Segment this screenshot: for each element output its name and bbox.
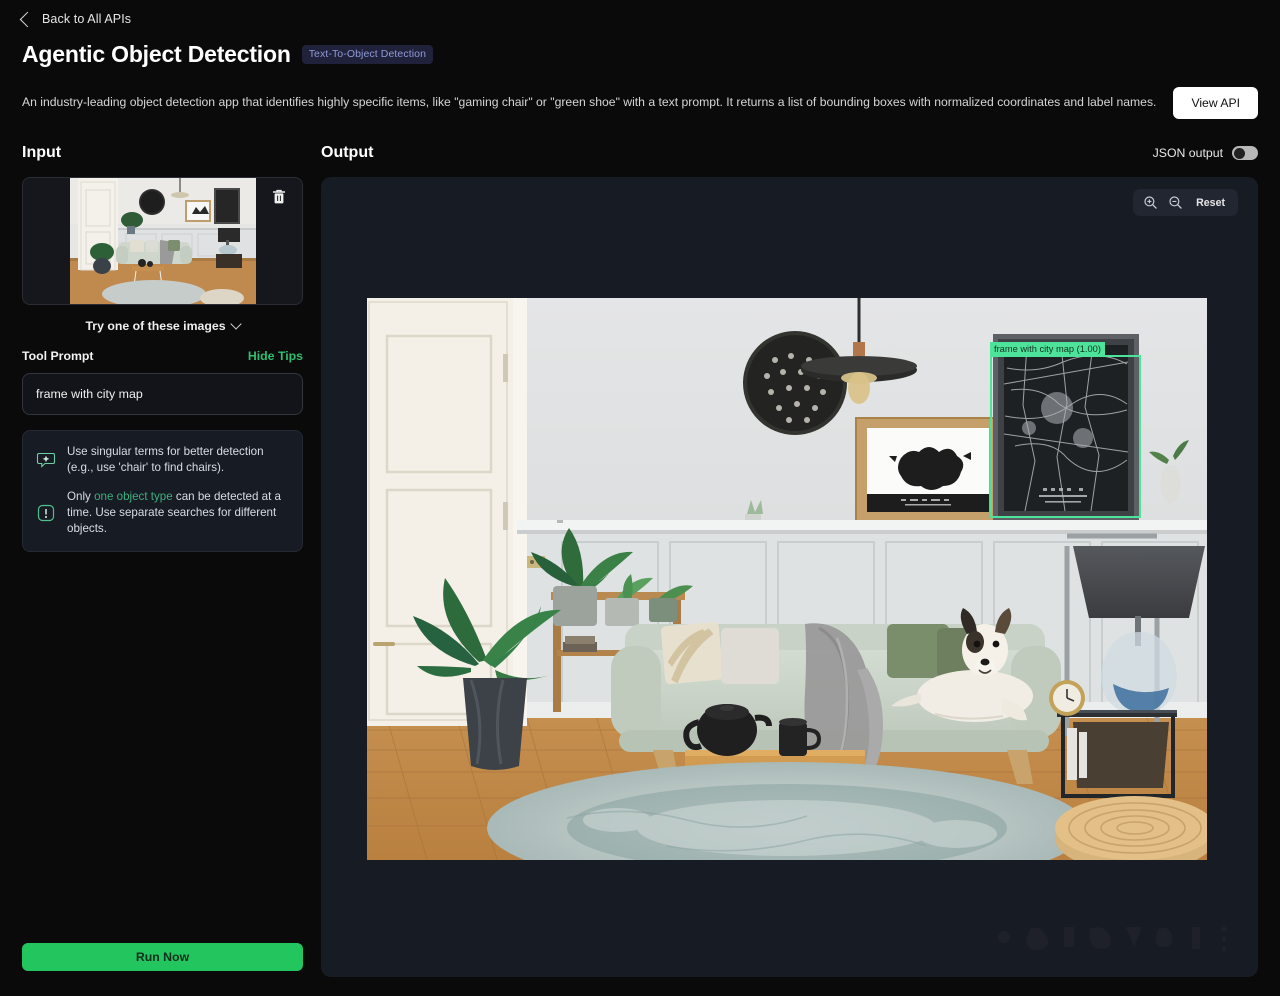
input-panel: Input Try one of these images Tool Promp… (22, 141, 303, 971)
page-title-row: Agentic Object Detection Text-To-Object … (0, 28, 1280, 68)
chevron-left-icon (19, 11, 36, 27)
tip-text-before: Only (67, 489, 95, 503)
tip-item: Use singular terms for better detection … (36, 444, 289, 476)
json-output-toggle[interactable]: JSON output (1153, 146, 1258, 160)
back-to-all-apis-link[interactable]: Back to All APIs (0, 0, 1280, 28)
json-output-label: JSON output (1152, 146, 1223, 160)
tip-text: Use singular terms for better detection … (67, 445, 264, 474)
tool-prompt-label: Tool Prompt (22, 349, 94, 363)
try-images-label: Try one of these images (85, 319, 226, 333)
input-image-thumbnail (69, 178, 256, 304)
tip-highlight: one object type (94, 489, 173, 503)
input-header: Input (22, 141, 303, 165)
detection-bounding-box[interactable]: frame with city map (1.00) (990, 342, 1141, 518)
tips-panel: Use singular terms for better detection … (22, 430, 303, 552)
alert-icon (36, 503, 56, 523)
view-api-button[interactable]: View API (1173, 87, 1258, 119)
page-title: Agentic Object Detection (22, 41, 291, 67)
page-description: An industry-leading object detection app… (22, 95, 1157, 110)
try-sample-images-button[interactable]: Try one of these images (22, 318, 303, 333)
toggle-knob (1233, 147, 1245, 159)
description-row: An industry-leading object detection app… (0, 68, 1280, 119)
detection-label: frame with city map (1.00) (990, 342, 1105, 357)
sparkle-message-icon (36, 450, 56, 470)
chevron-down-icon (229, 318, 242, 330)
zoom-in-icon[interactable] (1143, 195, 1158, 210)
zoom-out-icon[interactable] (1168, 195, 1183, 210)
tip-text: Only one object type can be detected at … (67, 489, 289, 537)
tip-item: Only one object type can be detected at … (36, 489, 289, 537)
image-upload-card[interactable] (22, 177, 303, 305)
reset-button[interactable]: Reset (1193, 197, 1228, 209)
main-columns: Input Try one of these images Tool Promp… (0, 119, 1280, 977)
zoom-controls: Reset (1133, 189, 1238, 216)
back-link-label: Back to All APIs (42, 12, 132, 26)
trash-icon (273, 189, 285, 204)
output-panel-wrapper: Output JSON output Reset frame with city… (321, 141, 1258, 977)
json-toggle-switch[interactable] (1232, 146, 1258, 160)
run-now-button[interactable]: Run Now (22, 943, 303, 971)
status-badge: Text-To-Object Detection (301, 45, 434, 64)
hide-tips-toggle[interactable]: Hide Tips (248, 349, 303, 363)
watermark (986, 915, 1236, 959)
output-canvas: Reset frame with city map (1.00) (321, 177, 1258, 977)
output-section-title: Output (321, 144, 374, 161)
input-section-title: Input (22, 144, 62, 161)
tool-prompt-input[interactable] (22, 373, 303, 415)
output-header: Output JSON output (321, 141, 1258, 165)
delete-image-button[interactable] (268, 186, 290, 208)
prompt-header-row: Tool Prompt Hide Tips (22, 349, 303, 363)
detection-result-image[interactable]: frame with city map (1.00) (367, 298, 1207, 860)
